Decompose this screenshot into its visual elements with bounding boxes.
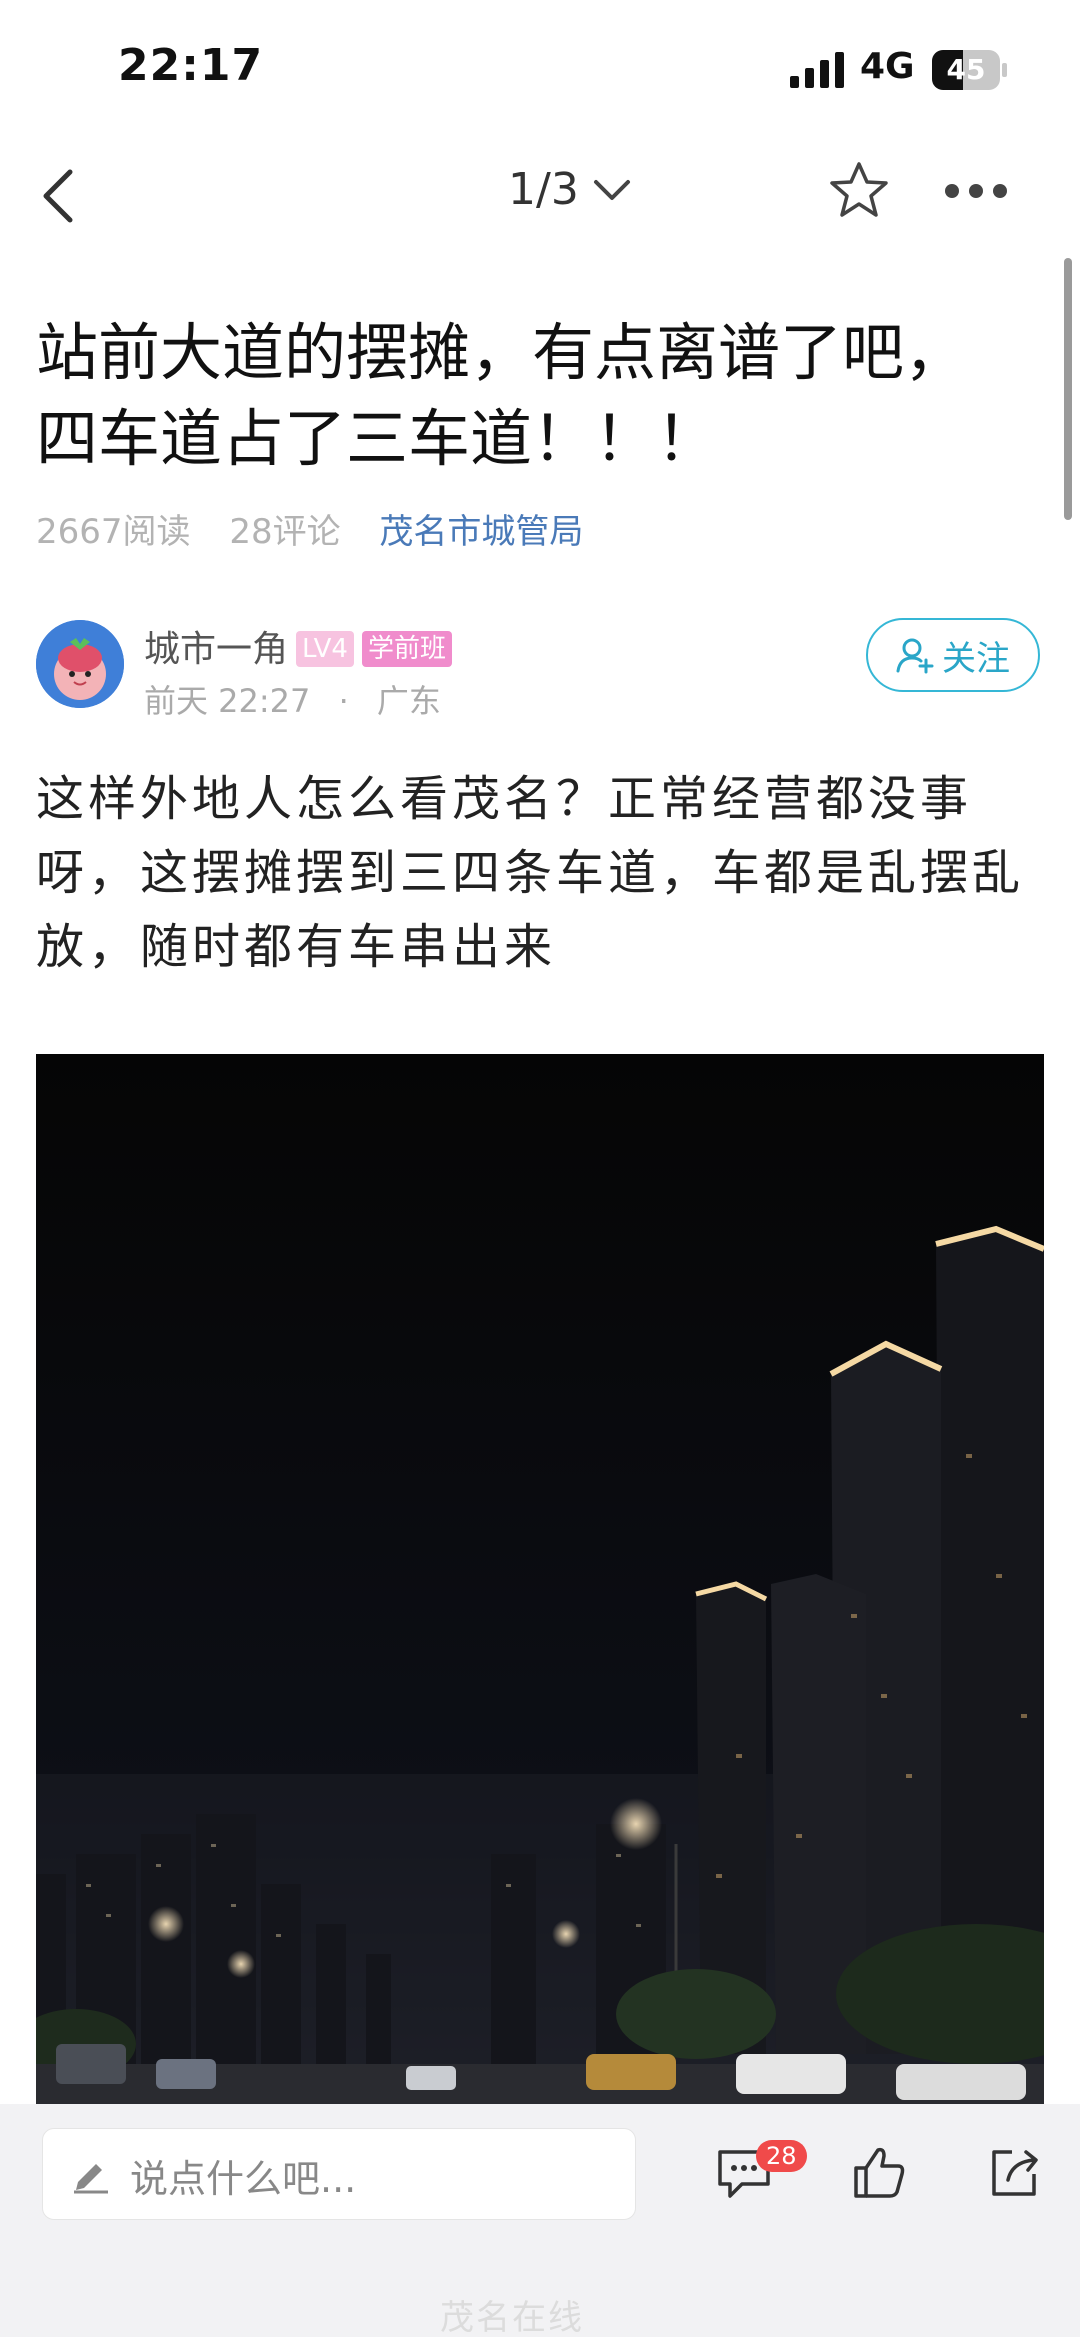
author-name[interactable]: 城市一角	[144, 629, 288, 670]
status-time: 22:17	[118, 40, 264, 91]
signal-icon	[790, 52, 844, 88]
post-title-line: 四车道占了三车道！！！	[36, 402, 719, 475]
class-badge: 学前班	[361, 631, 452, 667]
chevron-down-icon[interactable]	[592, 176, 632, 206]
post-meta: 2667阅读 28评论 茂名市城管局	[36, 504, 583, 553]
comment-placeholder: 说点什么吧...	[130, 2157, 357, 2201]
network-type: 4G	[860, 46, 915, 87]
author-name-row: 城市一角 LV4 学前班	[144, 620, 452, 672]
post-body-line: 呀，这摆摊摆到三四条车道，车都是乱摆乱	[36, 845, 1025, 901]
post-title-line: 站前大道的摆摊，有点离谱了吧，	[36, 316, 967, 389]
department-link[interactable]: 茂名市城管局	[379, 512, 583, 552]
page-indicator[interactable]: 1/3	[508, 164, 579, 215]
post-time-row: 前天 22:27 · 广东	[144, 682, 441, 720]
back-icon[interactable]	[40, 168, 76, 224]
post-time: 前天 22:27	[144, 682, 311, 720]
share-icon[interactable]	[990, 2146, 1040, 2198]
battery-level: 45	[946, 53, 986, 86]
pencil-icon	[74, 2164, 108, 2194]
post-location: 广东	[376, 682, 441, 720]
scrollbar[interactable]	[1064, 258, 1072, 520]
battery-icon: 45	[932, 50, 1008, 90]
add-user-icon	[896, 638, 934, 674]
thumbs-up-icon[interactable]	[852, 2144, 906, 2200]
level-badge: LV4	[296, 631, 354, 667]
post-body-line: 放，随时都有车串出来	[36, 919, 557, 975]
comment-count-text: 28评论	[229, 512, 341, 552]
more-options-icon[interactable]	[944, 180, 1008, 202]
read-count: 2667阅读	[36, 512, 191, 552]
follow-label: 关注	[942, 638, 1010, 679]
avatar[interactable]	[36, 620, 124, 708]
post-image[interactable]	[36, 1054, 1044, 2104]
watermark: 茂名在线	[440, 2298, 584, 2338]
comment-count-badge: 28	[756, 2140, 807, 2172]
post-title: 站前大道的摆摊，有点离谱了吧， 四车道占了三车道！！！	[36, 310, 1036, 482]
post-body: 这样外地人怎么看茂名？正常经营都没事 呀，这摆摊摆到三四条车道，车都是乱摆乱 放…	[36, 762, 1046, 984]
star-icon[interactable]	[828, 160, 890, 220]
post-body-line: 这样外地人怎么看茂名？正常经营都没事	[36, 771, 973, 827]
follow-button[interactable]: 关注	[866, 618, 1040, 692]
